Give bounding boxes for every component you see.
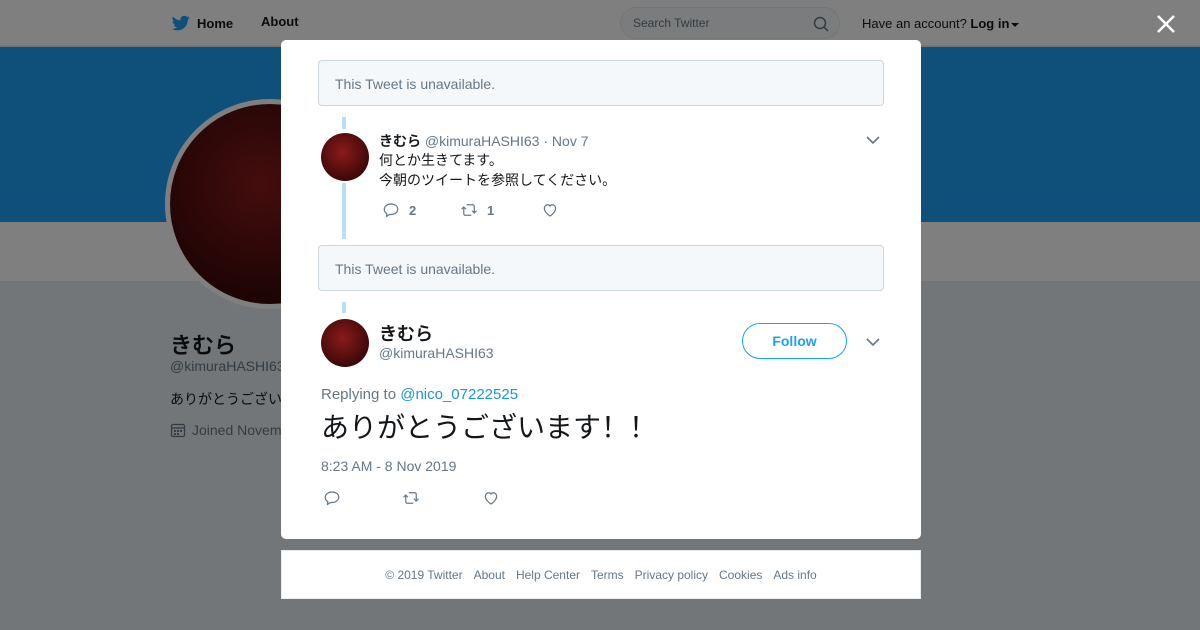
footer: © 2019 Twitter About Help Center Terms P… (281, 550, 921, 599)
chevron-down-icon[interactable] (866, 337, 880, 347)
tweet-text-line: 今朝のツイートを参照してください。 (379, 172, 617, 188)
follow-button[interactable]: Follow (742, 323, 847, 359)
tweet-modal: This Tweet is unavailable. きむら @kimuraHA… (281, 40, 921, 539)
tweet-date[interactable]: Nov 7 (552, 133, 589, 149)
thread-line (342, 302, 346, 313)
chevron-down-icon[interactable] (866, 135, 880, 145)
unavailable-tweet-notice: This Tweet is unavailable. (318, 60, 884, 106)
footer-link-cookies[interactable]: Cookies (719, 568, 762, 582)
tweet-author-name[interactable]: きむら (379, 133, 421, 149)
main-tweet-author-name[interactable]: きむら (379, 320, 433, 346)
heart-icon (484, 492, 498, 505)
footer-link-about[interactable]: About (474, 568, 505, 582)
footer-link-privacy[interactable]: Privacy policy (635, 568, 708, 582)
replying-to: Replying to @nico_07222525 (321, 386, 518, 403)
retweet-icon (461, 204, 477, 216)
reply-icon (324, 491, 340, 506)
main-tweet-text: ありがとうございます！！ (321, 412, 658, 443)
avatar[interactable] (321, 319, 369, 367)
footer-link-terms[interactable]: Terms (591, 568, 624, 582)
retweet-button[interactable]: 1 (460, 201, 494, 219)
retweet-button[interactable] (402, 489, 420, 507)
retweet-icon (403, 492, 419, 504)
unavailable-tweet-notice: This Tweet is unavailable. (318, 245, 884, 291)
thread-line (342, 183, 346, 239)
reply-icon (383, 203, 399, 218)
replying-to-link[interactable]: @nico_07222525 (400, 386, 518, 403)
tweet-separator: · (543, 133, 549, 149)
retweet-count: 1 (487, 202, 495, 218)
footer-copyright: © 2019 Twitter (385, 567, 463, 582)
like-button[interactable] (541, 201, 559, 219)
tweet-author-handle[interactable]: @kimuraHASHI63 (425, 133, 540, 149)
reply-count: 2 (409, 202, 417, 218)
replying-prefix: Replying to (321, 386, 397, 403)
thread-line (342, 117, 346, 129)
tweet-text-line: 何とか生きてます。 (379, 152, 503, 168)
avatar[interactable] (321, 133, 369, 181)
footer-link-ads-info[interactable]: Ads info (773, 568, 816, 582)
main-tweet-author-handle[interactable]: @kimuraHASHI63 (379, 345, 494, 361)
like-button[interactable] (482, 489, 500, 507)
reply-button[interactable]: 2 (382, 201, 416, 219)
heart-icon (543, 204, 557, 217)
tweet-header: きむら @kimuraHASHI63 · Nov 7 (379, 131, 589, 151)
reply-button[interactable] (323, 489, 341, 507)
footer-link-help-center[interactable]: Help Center (516, 568, 580, 582)
close-icon[interactable] (1154, 12, 1178, 36)
main-tweet-timestamp[interactable]: 8:23 AM - 8 Nov 2019 (321, 458, 456, 474)
